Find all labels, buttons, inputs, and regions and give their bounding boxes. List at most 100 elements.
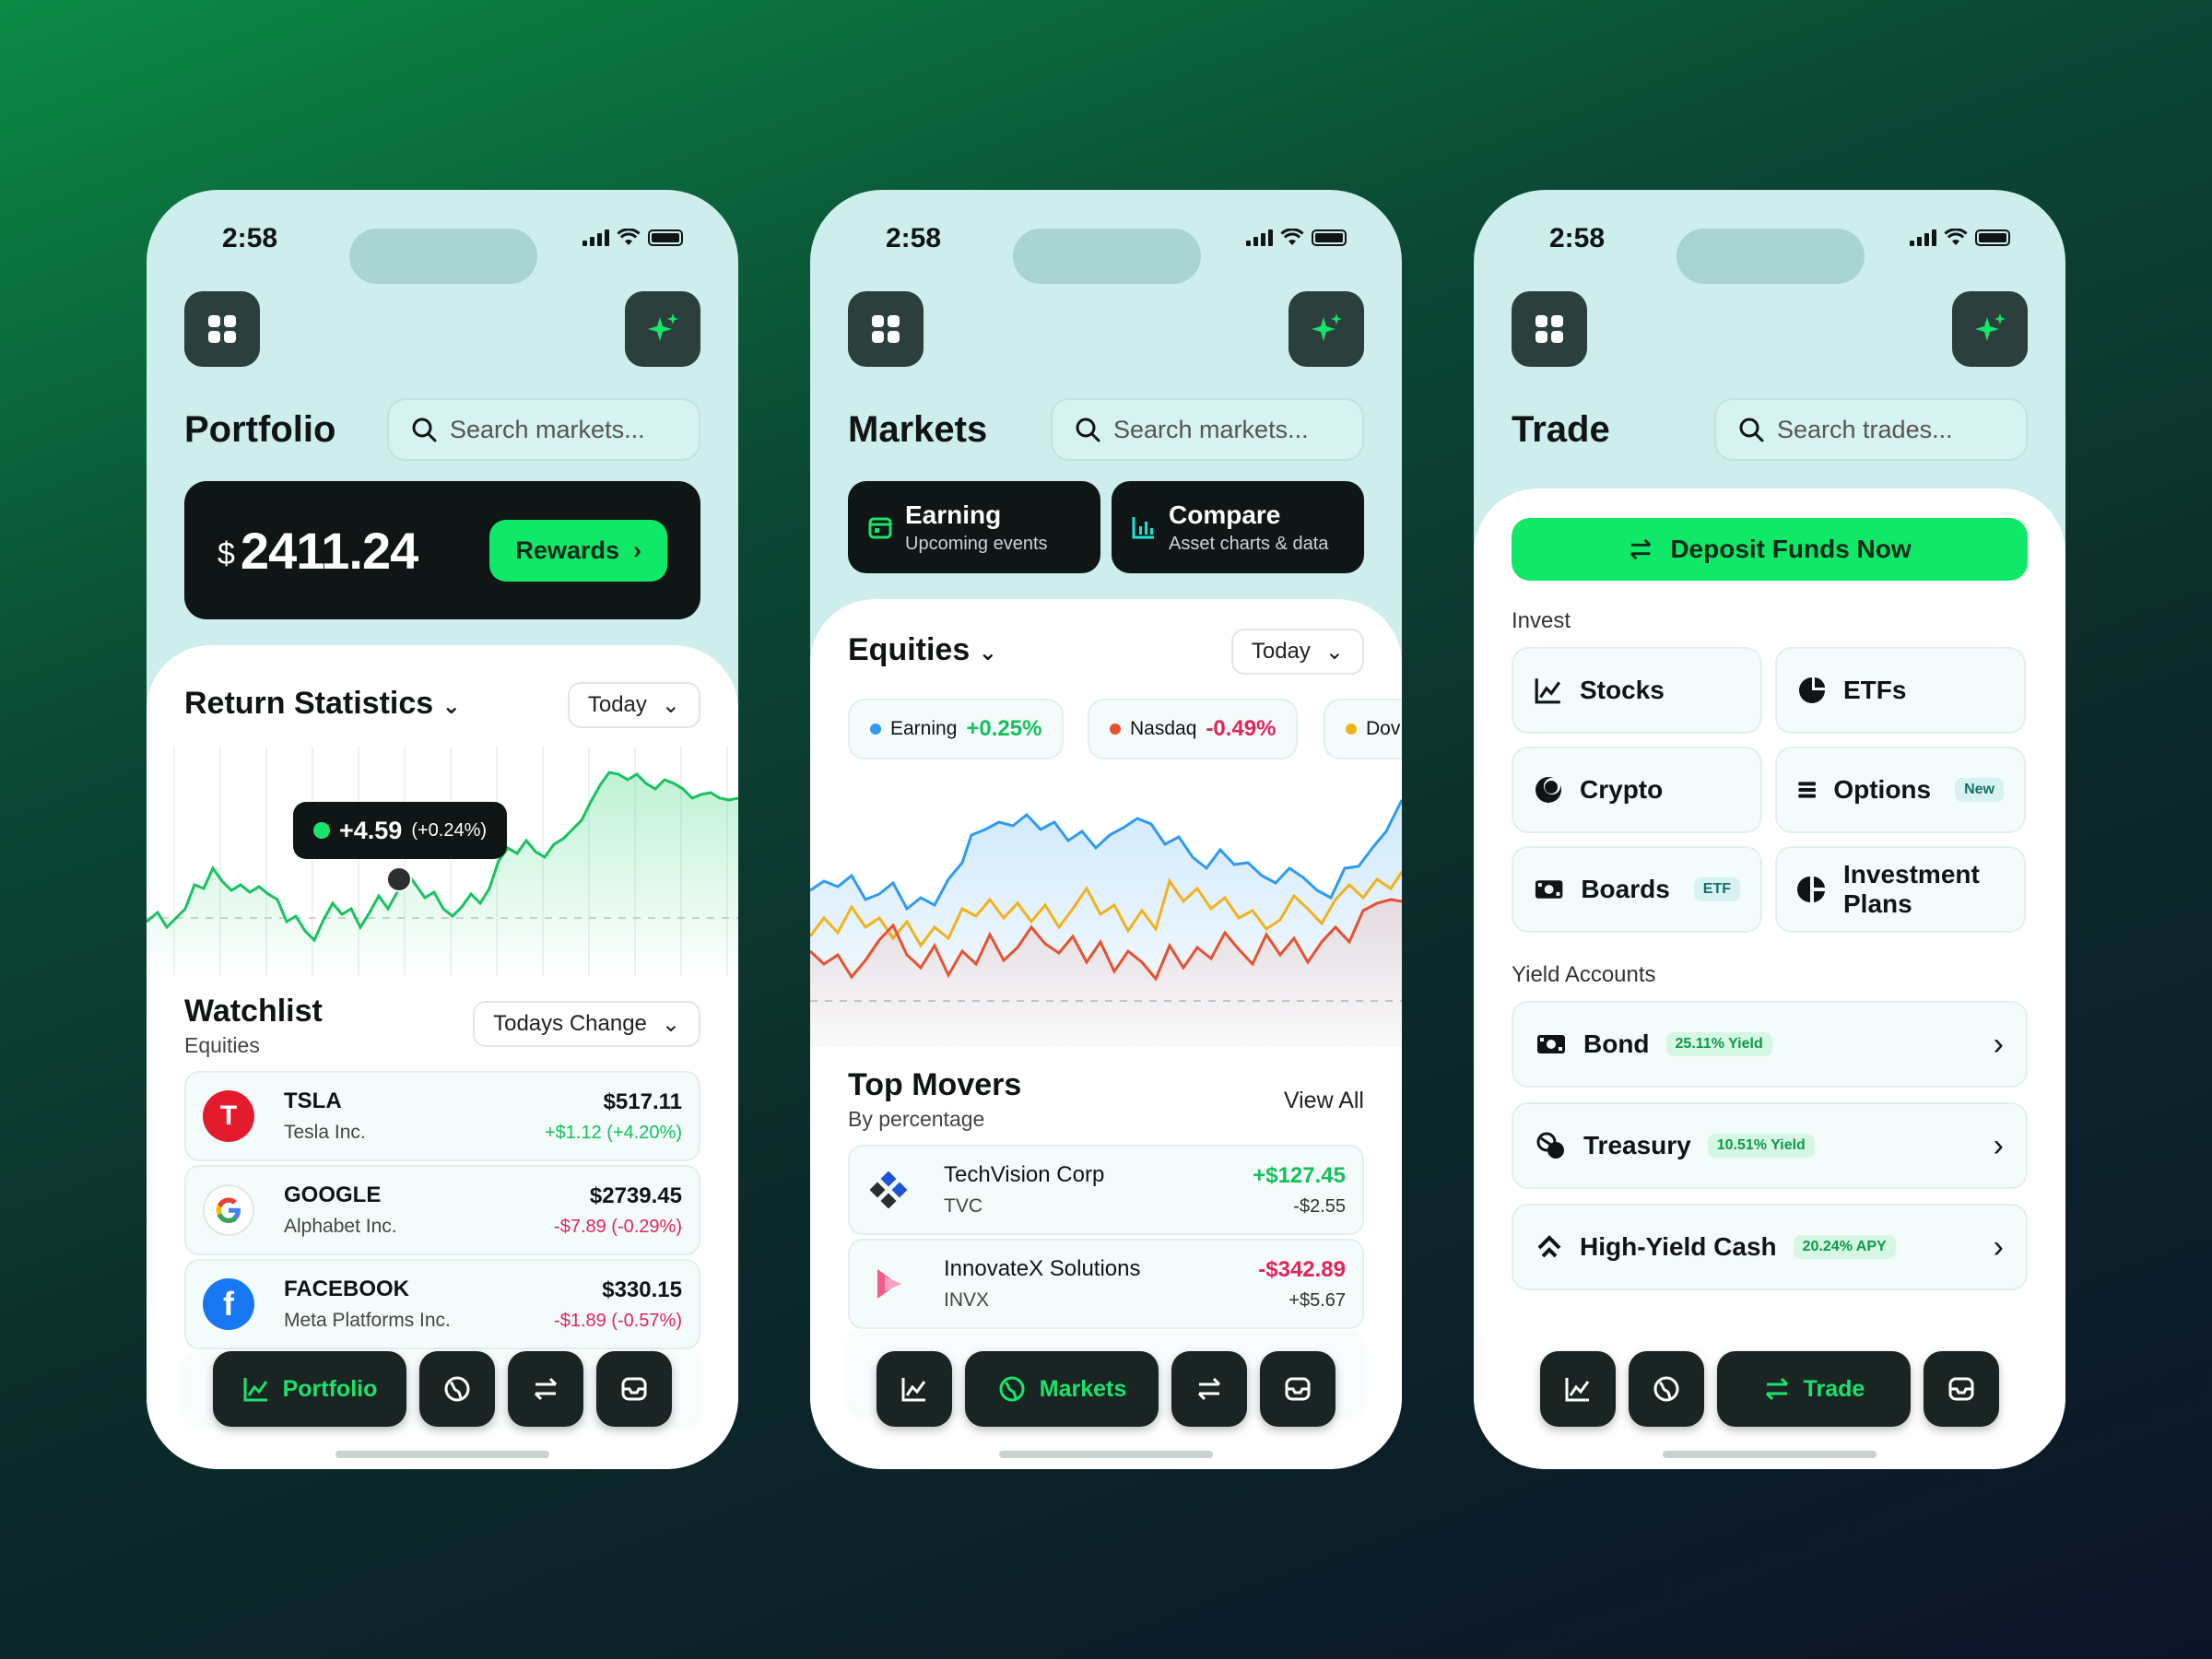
search-icon bbox=[1076, 418, 1100, 442]
view-all-link[interactable]: View All bbox=[1284, 1088, 1364, 1114]
facebook-logo-icon: f bbox=[203, 1278, 254, 1330]
nav-trade-tab[interactable] bbox=[508, 1351, 583, 1427]
price: -$342.89 bbox=[1258, 1256, 1346, 1282]
nav-markets-tab[interactable] bbox=[1629, 1351, 1704, 1427]
nav-inbox-tab[interactable] bbox=[1924, 1351, 1999, 1427]
change: -$7.89 (-0.29%) bbox=[554, 1216, 682, 1237]
earning-card[interactable]: Earning Upcoming events bbox=[848, 481, 1100, 573]
return-stats-dropdown[interactable]: Return Statistics ⌄ bbox=[184, 686, 461, 722]
series-dot-icon bbox=[1110, 724, 1121, 735]
menu-grid-button[interactable] bbox=[848, 291, 924, 367]
status-time: 2:58 bbox=[886, 223, 942, 253]
nav-portfolio-tab[interactable] bbox=[1540, 1351, 1616, 1427]
ai-sparkle-button[interactable] bbox=[1288, 291, 1364, 367]
ai-sparkle-button[interactable] bbox=[1952, 291, 2028, 367]
chart-tooltip: +4.59 (+0.24%) bbox=[293, 802, 508, 859]
swap-arrows-icon bbox=[1197, 1377, 1221, 1401]
home-indicator bbox=[1663, 1451, 1877, 1458]
search-icon bbox=[1739, 418, 1764, 442]
home-indicator bbox=[999, 1451, 1213, 1458]
nav-inbox-tab[interactable] bbox=[596, 1351, 672, 1427]
rewards-label: Rewards bbox=[515, 535, 619, 564]
search-input[interactable]: Search markets... bbox=[387, 398, 700, 461]
nav-active-label: Trade bbox=[1803, 1375, 1865, 1402]
company-name: Meta Platforms Inc. bbox=[284, 1310, 451, 1331]
tile-label: ETFs bbox=[1843, 676, 1907, 704]
menu-grid-button[interactable] bbox=[184, 291, 260, 367]
sparkle-icon bbox=[1975, 313, 2006, 341]
yield-row-bond[interactable]: Bond 25.11% Yield › bbox=[1512, 1001, 2028, 1088]
range-dropdown[interactable]: Today ⌄ bbox=[1230, 629, 1364, 675]
index-chip-nasdaq[interactable]: Nasdaq -0.49% bbox=[1088, 699, 1299, 759]
deposit-funds-button[interactable]: Deposit Funds Now bbox=[1512, 518, 2028, 581]
search-input[interactable]: Search trades... bbox=[1714, 398, 2028, 461]
nav-trade-tab[interactable]: Trade bbox=[1717, 1351, 1911, 1427]
index-name: Nasdaq bbox=[1130, 718, 1197, 739]
status-bar: 2:58 bbox=[147, 214, 738, 284]
rewards-button[interactable]: Rewards › bbox=[489, 519, 667, 582]
new-badge: New bbox=[1955, 778, 2004, 802]
yield-row-treasury[interactable]: Treasury 10.51% Yield › bbox=[1512, 1102, 2028, 1189]
equities-title: Equities bbox=[848, 632, 971, 667]
price: $330.15 bbox=[602, 1277, 682, 1302]
chevron-right-icon: › bbox=[1993, 1127, 2004, 1163]
nav-portfolio-tab[interactable] bbox=[877, 1351, 952, 1427]
nav-markets-tab[interactable]: Markets bbox=[965, 1351, 1159, 1427]
watchlist-row-tsla[interactable]: T TSLA Tesla Inc. $517.11 +$1.12 (+4.20%… bbox=[184, 1071, 700, 1161]
change: +$5.67 bbox=[1288, 1289, 1346, 1311]
nav-active-label: Portfolio bbox=[282, 1375, 378, 1402]
invest-boards-tile[interactable]: Boards ETF bbox=[1512, 846, 1762, 933]
search-input[interactable]: Search markets... bbox=[1051, 398, 1364, 461]
tile-label: Stocks bbox=[1580, 676, 1665, 704]
tile-label: Investment Plans bbox=[1843, 860, 1980, 918]
dynamic-island bbox=[349, 229, 537, 284]
tooltip-value: +4.59 bbox=[339, 816, 403, 844]
top-movers-title: Top Movers bbox=[848, 1067, 1022, 1102]
nav-markets-tab[interactable] bbox=[419, 1351, 495, 1427]
compare-card[interactable]: Compare Asset charts & data bbox=[1112, 481, 1364, 573]
yield-row-high-yield-cash[interactable]: High-Yield Cash 20.24% APY › bbox=[1512, 1204, 2028, 1290]
invest-etfs-tile[interactable]: ETFs bbox=[1775, 647, 2026, 734]
etf-badge: ETF bbox=[1693, 877, 1740, 901]
index-name: Dov bbox=[1366, 718, 1401, 739]
range-dropdown[interactable]: Today ⌄ bbox=[567, 682, 700, 728]
compare-title: Compare bbox=[1169, 500, 1281, 529]
index-chip-dov[interactable]: Dov bbox=[1324, 699, 1402, 759]
invest-plans-tile[interactable]: Investment Plans bbox=[1775, 846, 2026, 933]
invest-options-tile[interactable]: Options New bbox=[1775, 747, 2026, 833]
balance-amount: 2411.24 bbox=[240, 521, 418, 580]
invest-stocks-tile[interactable]: Stocks bbox=[1512, 647, 1762, 734]
ai-sparkle-button[interactable] bbox=[625, 291, 700, 367]
deposit-label: Deposit Funds Now bbox=[1670, 535, 1912, 563]
crypto-icon bbox=[1535, 777, 1561, 803]
grid-icon bbox=[872, 315, 900, 343]
mover-row-techvision[interactable]: TechVision Corp TVC +$127.45 -$2.55 bbox=[848, 1145, 1364, 1235]
page-title: Markets bbox=[848, 409, 988, 450]
chevron-down-icon: ⌄ bbox=[661, 1011, 680, 1037]
pie-chart-icon bbox=[1799, 677, 1825, 703]
balance-card: $ 2411.24 Rewards › bbox=[184, 481, 700, 619]
nav-portfolio-tab[interactable]: Portfolio bbox=[213, 1351, 406, 1427]
index-change: -0.49% bbox=[1206, 716, 1277, 741]
nav-inbox-tab[interactable] bbox=[1260, 1351, 1335, 1427]
watchlist-filter-dropdown[interactable]: Todays Change ⌄ bbox=[473, 1001, 700, 1047]
techvision-logo-icon bbox=[866, 1168, 911, 1212]
google-logo-icon bbox=[203, 1184, 254, 1236]
ticker: INVX bbox=[944, 1289, 990, 1311]
series-dot-icon bbox=[870, 724, 881, 735]
company-name: TechVision Corp bbox=[944, 1162, 1105, 1187]
mover-row-innovatex[interactable]: InnovateX Solutions INVX -$342.89 +$5.67 bbox=[848, 1239, 1364, 1329]
yield-label: High-Yield Cash bbox=[1580, 1232, 1777, 1261]
equities-dropdown[interactable]: Equities ⌄ bbox=[848, 632, 997, 668]
watchlist-row-facebook[interactable]: f FACEBOOK Meta Platforms Inc. $330.15 -… bbox=[184, 1259, 700, 1349]
index-chip-earning[interactable]: Earning +0.25% bbox=[848, 699, 1065, 759]
company-name: Tesla Inc. bbox=[284, 1122, 366, 1143]
invest-label: Invest bbox=[1512, 608, 1571, 633]
watchlist-row-google[interactable]: GOOGLE Alphabet Inc. $2739.45 -$7.89 (-0… bbox=[184, 1165, 700, 1255]
invest-crypto-tile[interactable]: Crypto bbox=[1512, 747, 1762, 833]
menu-grid-button[interactable] bbox=[1512, 291, 1587, 367]
compare-subtitle: Asset charts & data bbox=[1169, 533, 1329, 554]
nav-trade-tab[interactable] bbox=[1171, 1351, 1247, 1427]
company-name: Alphabet Inc. bbox=[284, 1216, 397, 1237]
equities-chart bbox=[810, 799, 1402, 1047]
